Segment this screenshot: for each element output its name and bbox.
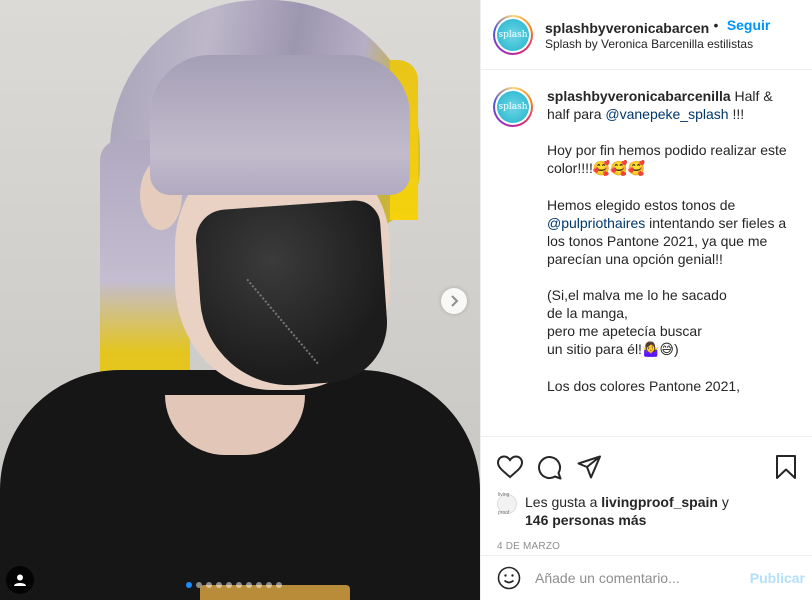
likes-and: y <box>721 494 729 510</box>
user-icon <box>14 574 26 586</box>
caption-avatar[interactable]: splash <box>493 87 533 127</box>
carousel-dot <box>246 582 252 588</box>
share-button[interactable] <box>577 447 617 487</box>
carousel-indicators <box>186 582 282 588</box>
mention-link[interactable]: @pulpriothaires <box>547 215 645 231</box>
carousel-dot <box>236 582 242 588</box>
follow-button[interactable]: Seguir <box>727 17 771 33</box>
mention-link[interactable]: @vanepeke_splash <box>605 106 728 122</box>
header-subtitle[interactable]: Splash by Veronica Barcenilla estilistas <box>545 37 770 53</box>
liker-username[interactable]: livingproof_spain <box>601 494 718 510</box>
carousel-dot <box>206 582 212 588</box>
heart-icon <box>497 455 523 479</box>
post-actions: living proof Les gusta a livingproof_spa… <box>481 436 812 552</box>
other-likes-link[interactable]: 146 personas más <box>525 512 646 528</box>
header-username[interactable]: splashbyveronicabarcenilla <box>545 19 709 37</box>
post-media[interactable] <box>0 0 480 600</box>
tagged-users-button[interactable] <box>6 566 34 594</box>
carousel-dot <box>196 582 202 588</box>
comment-button[interactable] <box>537 447 577 487</box>
emoji-shrug-sweat: 🤷‍♀️😅 <box>641 342 674 358</box>
caption-para4-line: un sitio para él! <box>547 341 642 357</box>
caption-para4-close: ) <box>673 341 679 357</box>
likes-summary: living proof Les gusta a livingproof_spa… <box>497 492 797 529</box>
add-comment-bar: Publicar <box>481 555 812 600</box>
carousel-dot <box>216 582 222 588</box>
caption-avatar-logo: splash <box>497 91 529 123</box>
caption-para4-line: pero me apetecía buscar <box>547 323 702 339</box>
avatar-logo: splash <box>497 18 529 51</box>
bookmark-icon <box>776 455 796 479</box>
caption-para2: Hoy por fin hemos podido realizar este c… <box>547 142 787 176</box>
bangs-illustration <box>150 55 410 195</box>
carousel-dot <box>256 582 262 588</box>
profile-avatar[interactable]: splash <box>493 14 533 55</box>
caption-para3-prefix: Hemos elegido estos tonos de <box>547 197 736 213</box>
publish-button[interactable]: Publicar <box>750 570 805 586</box>
emoji-icon[interactable] <box>497 566 521 590</box>
comment-icon <box>538 455 562 479</box>
paper-plane-icon <box>577 455 601 479</box>
caption-para5: Los dos colores Pantone 2021, <box>547 378 741 394</box>
carousel-dot <box>266 582 272 588</box>
caption-para4-line: (Si,el malva me lo he sacado <box>547 287 727 303</box>
carousel-next-button[interactable] <box>441 288 467 314</box>
post-date[interactable]: 4 DE MARZO <box>497 541 797 552</box>
comment-input[interactable] <box>535 570 750 586</box>
post-side-panel: splash splashbyveronicabarcenilla • Segu… <box>480 0 812 600</box>
save-button[interactable] <box>757 447 797 487</box>
caption-text: splashbyveronicabarcenilla Half & half p… <box>547 87 799 436</box>
caption-line1-suffix: !!! <box>732 106 745 122</box>
emoji-smiling-hearts: 🥰🥰🥰 <box>592 161 646 177</box>
likes-prefix: Les gusta a <box>525 494 598 510</box>
carousel-dot <box>226 582 232 588</box>
caption-para4-line: de la manga, <box>547 305 628 321</box>
carousel-dot <box>276 582 282 588</box>
caption-username[interactable]: splashbyveronicabarcenilla <box>547 88 731 104</box>
caption-scroll-area[interactable]: splash splashbyveronicabarcenilla Half &… <box>481 71 812 436</box>
separator-bullet: • <box>713 17 719 34</box>
liker-avatar[interactable]: living proof <box>497 492 517 516</box>
chevron-right-icon <box>451 295 459 307</box>
like-button[interactable] <box>497 447 537 487</box>
post-header: splash splashbyveronicabarcenilla • Segu… <box>481 0 812 70</box>
carousel-dot <box>186 582 192 588</box>
